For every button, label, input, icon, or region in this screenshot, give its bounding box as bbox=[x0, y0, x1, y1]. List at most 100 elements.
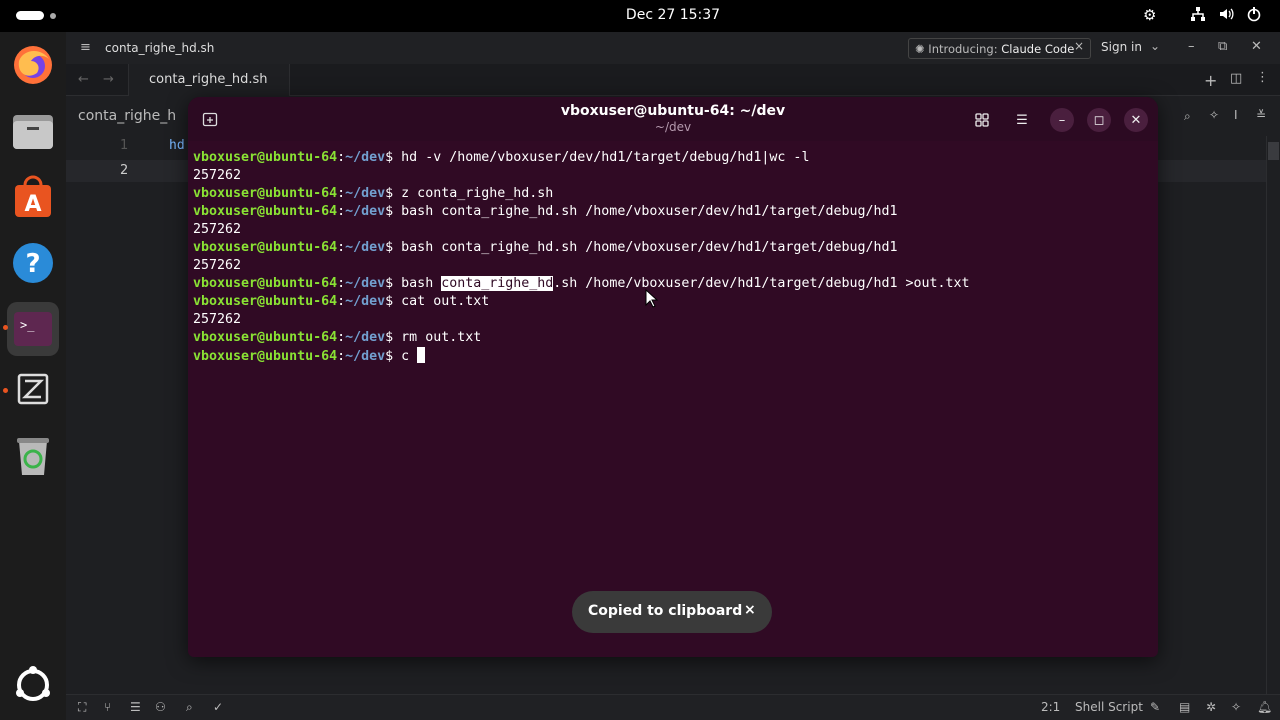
app-center-icon[interactable]: A bbox=[10, 174, 56, 220]
hamburger-menu-icon[interactable]: ☰ bbox=[1010, 108, 1034, 132]
prompt-dollar: $ bbox=[385, 240, 402, 255]
command-line: vboxuser@ubuntu-64:~/dev$ bash conta_rig… bbox=[193, 239, 1153, 257]
prompt-separator: : bbox=[337, 330, 346, 345]
toast-close-button[interactable]: × bbox=[744, 602, 756, 618]
selected-text[interactable]: conta_righe_hd bbox=[441, 276, 554, 291]
menu-icon[interactable]: ≡ bbox=[80, 40, 91, 55]
terminal-icon[interactable]: >_ bbox=[7, 302, 59, 356]
chevron-down-icon[interactable]: ⌄ bbox=[1150, 39, 1160, 53]
tab-conta-righe[interactable]: conta_righe_hd.sh bbox=[128, 64, 290, 96]
command-line: vboxuser@ubuntu-64:~/dev$ bash conta_rig… bbox=[193, 203, 1153, 221]
firefox-icon[interactable] bbox=[10, 42, 56, 88]
line-number: 1 bbox=[120, 138, 129, 153]
output-line: 257262 bbox=[193, 257, 1153, 275]
cursor-icon[interactable]: I bbox=[1234, 108, 1238, 122]
minimize-icon[interactable]: – bbox=[1050, 108, 1074, 132]
prompt-user: vboxuser@ubuntu-64 bbox=[193, 150, 338, 165]
banner-product: Claude Code bbox=[1001, 42, 1075, 56]
prompt-separator: : bbox=[337, 276, 346, 291]
maximize-icon[interactable]: ◻ bbox=[1087, 108, 1111, 132]
command-line: vboxuser@ubuntu-64:~/dev$ hd -v /home/vb… bbox=[193, 149, 1153, 167]
status-bar: ⛶ ⑂ ☰ ⚇ ⌕ ✓ 2:1 Shell Script ✎ ▤ ✲ ✧ 🔔︎ bbox=[66, 694, 1280, 720]
prompt-user: vboxuser@ubuntu-64 bbox=[193, 330, 338, 345]
cursor-position[interactable]: 2:1 bbox=[1041, 700, 1060, 714]
debug-icon[interactable]: ✲ bbox=[1206, 700, 1216, 714]
window-title: conta_righe_hd.sh bbox=[105, 41, 215, 55]
terminal-headerbar: vboxuser@ubuntu-64: ~/dev ~/dev ☰ – ◻ ✕ bbox=[188, 97, 1158, 141]
search-icon[interactable]: ⌕ bbox=[1184, 109, 1191, 124]
split-pane-icon[interactable]: ◫ bbox=[1230, 71, 1242, 86]
command-line: vboxuser@ubuntu-64:~/dev$ z conta_righe_… bbox=[193, 185, 1153, 203]
tab-bar: ← → conta_righe_hd.sh + ◫ ⋮ bbox=[66, 64, 1280, 96]
svg-text:>_: >_ bbox=[20, 318, 35, 332]
sign-in-button[interactable]: Sign in bbox=[1101, 40, 1142, 54]
outline-icon[interactable]: ☰ bbox=[130, 700, 141, 714]
prompt-dollar: $ bbox=[385, 204, 402, 219]
search-icon[interactable]: ⌕ bbox=[186, 700, 193, 715]
terminal-panel-icon[interactable]: ▤ bbox=[1179, 700, 1190, 714]
text-cursor bbox=[417, 347, 426, 363]
line-number: 2 bbox=[120, 163, 129, 178]
assistant-icon[interactable]: ✧ bbox=[1209, 108, 1219, 122]
notification-bell-icon[interactable]: 🔔︎ bbox=[1257, 700, 1272, 714]
settings-sliders-icon[interactable]: ≚ bbox=[1256, 108, 1266, 122]
prompt-separator: : bbox=[337, 186, 346, 201]
show-apps-icon[interactable] bbox=[10, 662, 56, 708]
collab-icon[interactable]: ⚇ bbox=[155, 700, 166, 714]
close-icon[interactable]: ✕ bbox=[1124, 108, 1148, 132]
prompt-user: vboxuser@ubuntu-64 bbox=[193, 204, 338, 219]
dock: A ? >_ bbox=[0, 32, 66, 720]
terminal-output[interactable]: vboxuser@ubuntu-64:~/dev$ hd -v /home/vb… bbox=[193, 149, 1153, 365]
forward-icon[interactable]: → bbox=[103, 72, 114, 87]
prompt-separator: : bbox=[337, 349, 346, 364]
prompt-path: ~/dev bbox=[345, 150, 386, 165]
prompt-dollar: $ bbox=[385, 276, 402, 291]
assistant-icon[interactable]: ✧ bbox=[1231, 700, 1241, 714]
sparkle-icon: ✺ bbox=[915, 42, 929, 56]
accessibility-icon[interactable]: ⚙ bbox=[1143, 6, 1156, 24]
toast-message: Copied to clipboard bbox=[588, 603, 743, 619]
breadcrumb[interactable]: conta_righe_h bbox=[78, 108, 176, 124]
prompt-path: ~/dev bbox=[345, 330, 386, 345]
zed-editor-icon[interactable] bbox=[10, 366, 56, 412]
scroll-thumb[interactable] bbox=[1268, 142, 1279, 160]
prompt-path: ~/dev bbox=[345, 186, 386, 201]
prompt-user: vboxuser@ubuntu-64 bbox=[193, 240, 338, 255]
power-icon[interactable] bbox=[1246, 6, 1262, 26]
command-text: bash conta_righe_hd.sh /home/vboxuser/de… bbox=[401, 240, 898, 255]
back-icon[interactable]: ← bbox=[78, 72, 89, 87]
announcement-banner[interactable]: ✺ Introducing: Claude Code bbox=[908, 38, 1091, 59]
minimize-icon[interactable]: – bbox=[1188, 39, 1195, 54]
scrollbar[interactable] bbox=[1266, 136, 1280, 694]
files-icon[interactable] bbox=[10, 108, 56, 154]
output-text: 257262 bbox=[193, 312, 242, 327]
trash-icon[interactable] bbox=[10, 432, 56, 478]
command-text: cat out.txt bbox=[401, 294, 490, 309]
close-banner-icon[interactable]: × bbox=[1074, 39, 1084, 53]
prompt-path: ~/dev bbox=[345, 294, 386, 309]
git-icon[interactable]: ⑂ bbox=[104, 700, 111, 714]
volume-icon[interactable] bbox=[1218, 6, 1234, 26]
prompt-path: ~/dev bbox=[345, 276, 386, 291]
help-icon[interactable]: ? bbox=[10, 240, 56, 286]
svg-text:A: A bbox=[24, 192, 41, 217]
new-tab-icon[interactable]: + bbox=[1204, 71, 1217, 90]
language-selector[interactable]: Shell Script bbox=[1075, 700, 1143, 714]
banner-label: Introducing: bbox=[928, 42, 998, 56]
prompt-user: vboxuser@ubuntu-64 bbox=[193, 349, 338, 364]
edit-prediction-icon[interactable]: ✎ bbox=[1150, 700, 1160, 714]
zed-titlebar: ≡ conta_righe_hd.sh ✺ Introducing: Claud… bbox=[66, 32, 1280, 64]
close-icon[interactable]: ✕ bbox=[1251, 39, 1262, 54]
command-text: .sh /home/vboxuser/dev/hd1/target/debug/… bbox=[553, 276, 970, 291]
command-text: bash bbox=[401, 276, 442, 291]
network-icon[interactable] bbox=[1190, 6, 1206, 26]
tab-overview-icon[interactable] bbox=[970, 108, 994, 132]
check-icon[interactable]: ✓ bbox=[213, 700, 223, 714]
tab-label: conta_righe_hd.sh bbox=[149, 72, 268, 87]
output-line: 257262 bbox=[193, 167, 1153, 185]
project-panel-icon[interactable]: ⛶ bbox=[78, 700, 86, 715]
restore-icon[interactable]: ⧉ bbox=[1218, 39, 1227, 54]
more-icon[interactable]: ⋮ bbox=[1256, 70, 1269, 85]
clock[interactable]: Dec 27 15:37 bbox=[0, 7, 1280, 23]
running-indicator bbox=[3, 325, 8, 330]
